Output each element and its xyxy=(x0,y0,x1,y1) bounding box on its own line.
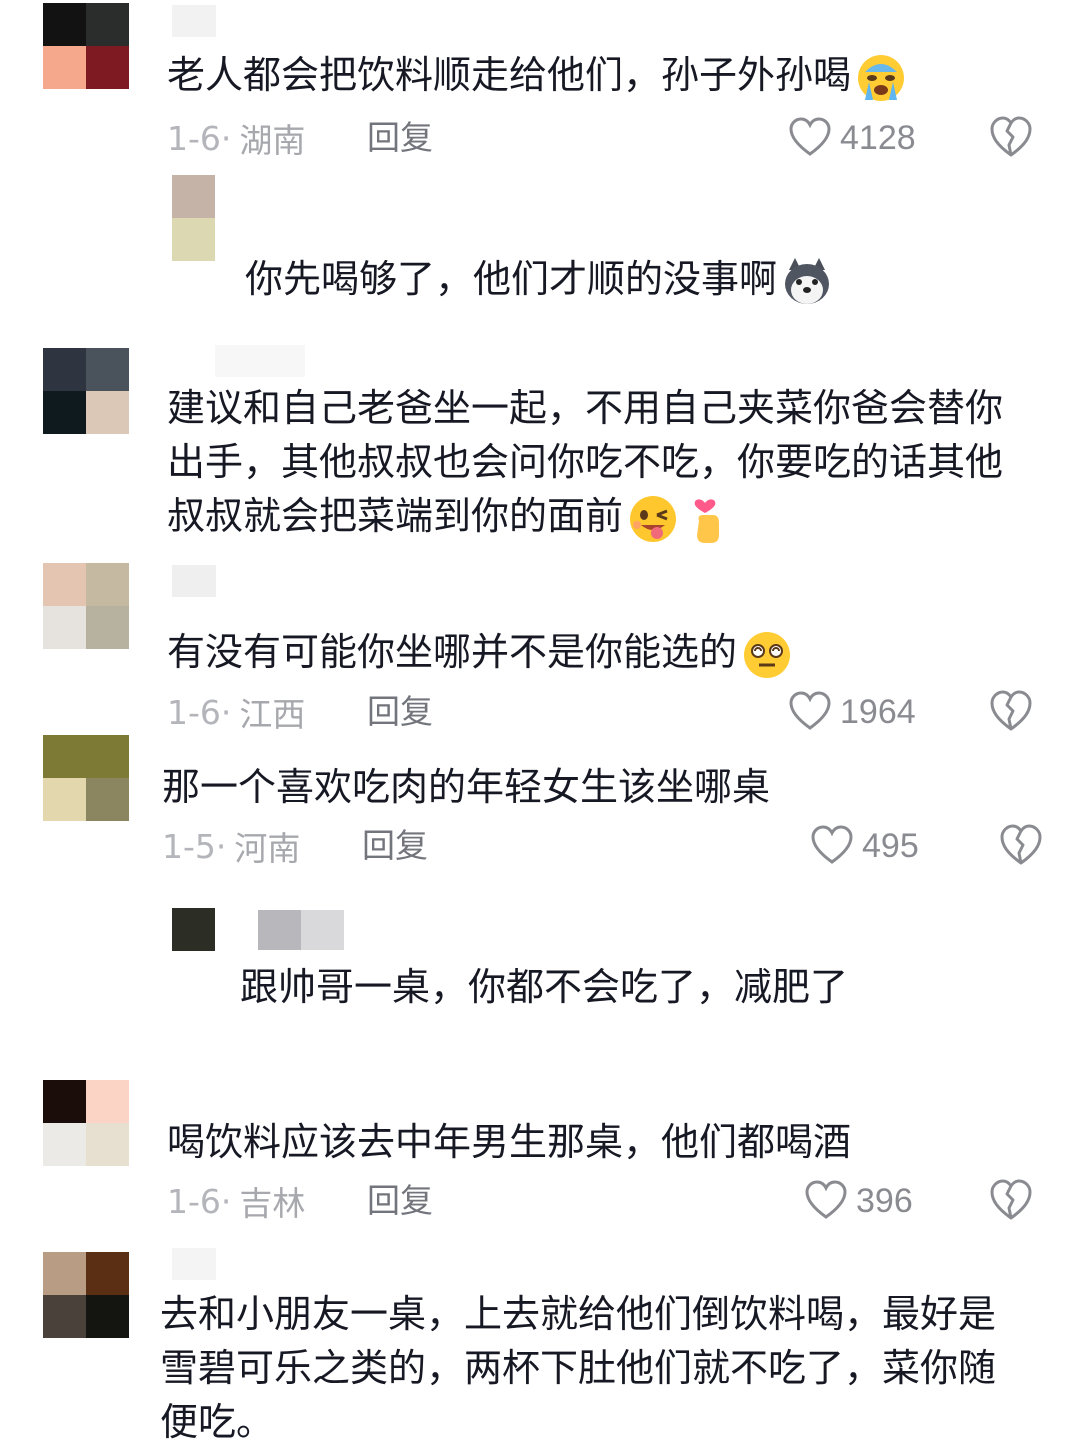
comment-location: 吉林 xyxy=(239,1184,306,1223)
comment-text: 那一个喜欢吃肉的年轻女生该坐哪桌 xyxy=(162,765,771,809)
like-button[interactable]: 495 xyxy=(810,822,919,870)
comment-date: 1-5· xyxy=(162,826,227,866)
like-button[interactable]: 396 xyxy=(804,1177,913,1225)
husky-dog-icon xyxy=(785,257,830,304)
heart-icon xyxy=(811,825,853,864)
username[interactable] xyxy=(258,910,344,950)
like-button[interactable]: 4128 xyxy=(788,114,916,162)
comment-location: 江西 xyxy=(239,695,306,734)
like-button[interactable]: 1964 xyxy=(788,688,916,736)
broken-heart-icon[interactable] xyxy=(988,688,1034,734)
comment-meta: 1-6· 江西 xyxy=(167,692,305,735)
comment-text: 老人都会把饮料顺走给他们，孙子外孙喝 xyxy=(167,48,907,104)
comment-location: 河南 xyxy=(234,829,301,868)
dizzy-face-icon xyxy=(744,631,791,678)
avatar[interactable] xyxy=(43,1252,129,1338)
comment-date: 1-6· xyxy=(167,118,232,158)
reply-button[interactable]: 回复 xyxy=(362,826,428,866)
crying-face-icon xyxy=(858,54,905,101)
finger-heart-icon xyxy=(694,498,720,543)
avatar[interactable] xyxy=(172,175,215,261)
comment-text: 喝饮料应该去中年男生那桌，他们都喝酒 xyxy=(167,1120,852,1164)
avatar[interactable] xyxy=(172,908,215,951)
username[interactable] xyxy=(172,565,216,597)
heart-icon xyxy=(789,117,831,156)
comment-meta: 1-6· 湖南 xyxy=(167,118,305,161)
comment-date: 1-6· xyxy=(167,692,232,732)
comment-location: 湖南 xyxy=(239,121,306,160)
comment-meta: 1-6· 吉林 xyxy=(167,1181,305,1224)
reply-button[interactable]: 回复 xyxy=(367,118,433,158)
like-count: 495 xyxy=(862,826,919,865)
avatar[interactable] xyxy=(43,563,129,649)
avatar[interactable] xyxy=(43,735,129,821)
heart-icon xyxy=(805,1180,847,1219)
avatar[interactable] xyxy=(43,3,129,89)
comment-text: 跟帅哥一桌，你都不会吃了，减肥了 xyxy=(240,965,849,1009)
avatar[interactable] xyxy=(43,1080,129,1166)
comment-text: 有没有可能你坐哪并不是你能选的 xyxy=(167,625,793,681)
comment-meta: 1-5· 河南 xyxy=(162,826,300,869)
broken-heart-icon[interactable] xyxy=(988,114,1034,160)
comment-text: 建议和自己老爸坐一起，不用自己夹菜你爸会替你出手，其他叔叔也会问你吃不吃，你要吃… xyxy=(167,381,1027,545)
winking-tongue-face-icon xyxy=(630,495,677,542)
username[interactable] xyxy=(215,345,305,377)
comment-text: 去和小朋友一桌，上去就给他们倒饮料喝，最好是雪碧可乐之类的，两杯下肚他们就不吃了… xyxy=(160,1292,997,1444)
like-count: 4128 xyxy=(840,118,916,157)
broken-heart-icon[interactable] xyxy=(998,822,1044,868)
reply-button[interactable]: 回复 xyxy=(367,1181,433,1221)
username[interactable] xyxy=(172,5,216,37)
like-count: 1964 xyxy=(840,692,916,731)
heart-icon xyxy=(789,691,831,730)
avatar[interactable] xyxy=(43,348,129,434)
reply-button[interactable]: 回复 xyxy=(367,692,433,732)
username[interactable] xyxy=(172,1248,216,1280)
comment-text: 你先喝够了，他们才顺的没事啊 xyxy=(245,252,833,308)
comment-date: 1-6· xyxy=(167,1181,232,1221)
broken-heart-icon[interactable] xyxy=(988,1177,1034,1223)
like-count: 396 xyxy=(856,1181,913,1220)
